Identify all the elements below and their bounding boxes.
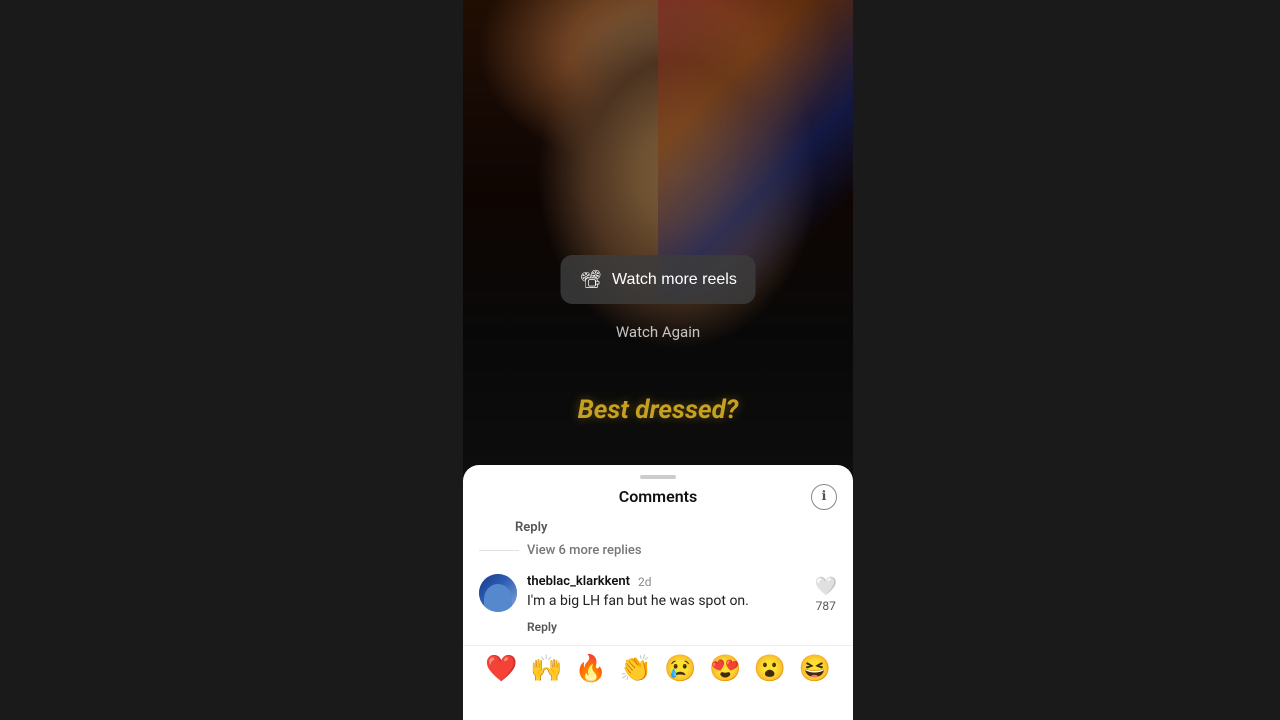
like-heart-icon[interactable]: 🤍 [815, 576, 837, 597]
reply-link[interactable]: Reply [515, 520, 547, 535]
comment-time: 2d [638, 575, 652, 589]
comment-reply-button[interactable]: Reply [527, 620, 557, 634]
page-container: 📽 Watch more reels Watch Again Best dres… [0, 0, 1280, 720]
emoji-raised-hands-button[interactable]: 🙌 [530, 654, 562, 684]
comment-body: theblac_klarkkent 2d I'm a big LH fan bu… [527, 574, 805, 635]
comments-handle[interactable] [463, 465, 853, 485]
comments-header: Comments ℹ [463, 485, 853, 516]
left-background [0, 0, 463, 720]
avatar-silhouette [484, 584, 512, 612]
video-area: 📽 Watch more reels Watch Again Best dres… [463, 0, 853, 497]
comment-meta: theblac_klarkkent 2d [527, 574, 805, 589]
comments-title: Comments [619, 487, 697, 506]
emoji-reactions-row: ❤️ 🙌 🔥 👏 😢 😍 😮 😆 [463, 645, 853, 690]
emoji-shocked-button[interactable]: 😮 [754, 654, 786, 684]
emoji-grinning-button[interactable]: 😆 [798, 654, 830, 684]
video-caption-text: Best dressed? [578, 395, 739, 425]
comment-item: theblac_klarkkent 2d I'm a big LH fan bu… [463, 568, 853, 641]
emoji-crying-button[interactable]: 😢 [664, 654, 696, 684]
watch-more-reels-button[interactable]: 📽 Watch more reels [561, 255, 756, 304]
info-icon-button[interactable]: ℹ [811, 484, 837, 510]
avatar [479, 574, 517, 612]
comment-username[interactable]: theblac_klarkkent [527, 574, 630, 589]
divider-line [479, 550, 519, 551]
avatar-image [479, 574, 517, 612]
watch-reels-label: Watch more reels [612, 271, 737, 289]
comment-likes: 🤍 787 [815, 576, 837, 613]
emoji-clapping-button[interactable]: 👏 [619, 654, 651, 684]
comment-text: I'm a big LH fan but he was spot on. [527, 592, 805, 612]
watch-again-button[interactable]: Watch Again [616, 323, 700, 341]
emoji-heart-button[interactable]: ❤️ [485, 654, 517, 684]
handle-bar [640, 475, 676, 479]
view-more-replies-button[interactable]: View 6 more replies [527, 543, 642, 558]
reel-icon: 📽 [579, 269, 602, 290]
comments-panel: Comments ℹ Reply View 6 more replies [463, 465, 853, 720]
emoji-heart-eyes-button[interactable]: 😍 [709, 654, 741, 684]
reply-section: Reply [463, 516, 853, 539]
view-more-replies-row: View 6 more replies [463, 539, 853, 568]
right-background [853, 0, 1280, 720]
like-count: 787 [816, 599, 836, 613]
emoji-fire-button[interactable]: 🔥 [575, 654, 607, 684]
main-panel: 📽 Watch more reels Watch Again Best dres… [463, 0, 853, 720]
